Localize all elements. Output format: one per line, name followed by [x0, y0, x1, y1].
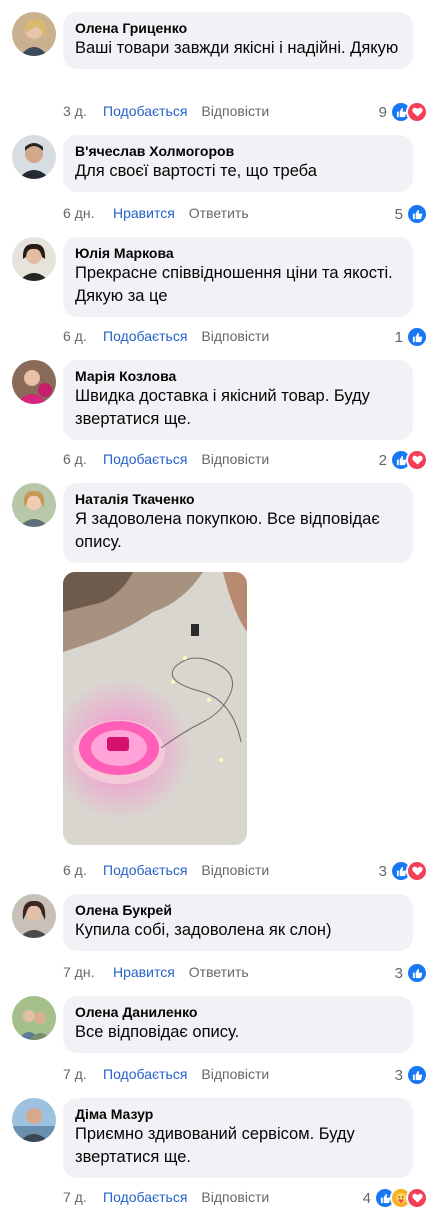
like-button[interactable]: Подобається: [103, 1189, 187, 1205]
reaction-summary[interactable]: 3: [395, 962, 428, 984]
thumbs-up-icon: [406, 1064, 428, 1086]
reaction-count: 3: [378, 862, 387, 880]
comment-bubble: Марія Козлова Швидка доставка і якісний …: [63, 360, 413, 440]
avatar[interactable]: [12, 237, 56, 281]
comment-time[interactable]: 7 дн.: [63, 964, 113, 980]
comment-actions: 6 д. Подобається Відповісти: [63, 328, 269, 344]
comment-bubble: Юлія Маркова Прекрасне співвідношення ці…: [63, 237, 413, 317]
comment-bubble: В'ячеслав Холмогоров Для своєї вартості …: [63, 135, 413, 192]
comment-author[interactable]: Олена Даниленко: [75, 1003, 401, 1021]
reply-button[interactable]: Відповісти: [201, 862, 269, 878]
avatar[interactable]: [12, 894, 56, 938]
heart-icon: [406, 449, 428, 471]
comment-time[interactable]: 6 дн.: [63, 205, 113, 221]
reaction-summary[interactable]: 2: [379, 449, 428, 471]
comment-text: Для своєї вартості те, що треба: [75, 162, 317, 180]
comment-actions: 7 дн. Нравится Ответить: [63, 964, 249, 980]
comment-text: Все відповідає опису.: [75, 1023, 240, 1041]
reaction-summary[interactable]: 1: [395, 326, 428, 348]
comment-bubble: Олена Даниленко Все відповідає опису.: [63, 996, 413, 1053]
like-button[interactable]: Нравится: [113, 964, 175, 980]
comment-text: Ваші товари завжди якісні і надійні. Дяк…: [75, 39, 399, 57]
reaction-count: 3: [394, 964, 403, 982]
comment-author[interactable]: Наталія Ткаченко: [75, 490, 401, 508]
comment-bubble: Діма Мазур Приємно здивований сервісом. …: [63, 1098, 413, 1178]
avatar[interactable]: [12, 996, 56, 1040]
like-button[interactable]: Подобається: [103, 328, 187, 344]
reaction-count: 9: [378, 103, 387, 121]
comment-author[interactable]: Олена Гриценко: [75, 19, 401, 37]
comment-actions: 6 дн. Нравится Ответить: [63, 205, 249, 221]
comment-actions: 6 д. Подобається Відповісти: [63, 862, 269, 878]
reply-button[interactable]: Ответить: [189, 205, 249, 221]
comment-photo[interactable]: [63, 572, 247, 845]
avatar[interactable]: [12, 483, 56, 527]
comment-text: Приємно здивований сервісом. Буду зверта…: [75, 1125, 355, 1166]
comment-time[interactable]: 6 д.: [63, 862, 103, 878]
comment-time[interactable]: 3 д.: [63, 103, 103, 119]
comment-actions: 7 д. Подобається Відповісти: [63, 1189, 269, 1205]
comment-text: Швидка доставка і якісний товар. Буду зв…: [75, 387, 370, 428]
like-button[interactable]: Подобається: [103, 103, 187, 119]
avatar[interactable]: [12, 360, 56, 404]
thumbs-up-icon: [406, 326, 428, 348]
reaction-summary[interactable]: 5: [395, 203, 428, 225]
avatar[interactable]: [12, 1098, 56, 1142]
comment-text: Я задоволена покупкою. Все відповідає оп…: [75, 510, 380, 551]
comment-bubble: Олена Гриценко Ваші товари завжди якісні…: [63, 12, 413, 69]
comment-author[interactable]: Діма Мазур: [75, 1105, 401, 1123]
comment-author[interactable]: Марія Козлова: [75, 367, 401, 385]
comment-author[interactable]: В'ячеслав Холмогоров: [75, 142, 401, 160]
comment-author[interactable]: Олена Букрей: [75, 901, 401, 919]
reaction-count: 5: [394, 205, 403, 223]
comment-bubble: Наталія Ткаченко Я задоволена покупкою. …: [63, 483, 413, 563]
comment-actions: 6 д. Подобається Відповісти: [63, 451, 269, 467]
reaction-summary[interactable]: 3: [395, 1064, 428, 1086]
comment-text: Купила собі, задоволена як слон): [75, 921, 332, 939]
reaction-summary[interactable]: 4: [363, 1187, 428, 1209]
reaction-count: 3: [394, 1066, 403, 1084]
comment-text: Прекрасне співвідношення ціни та якості.…: [75, 264, 393, 305]
avatar[interactable]: [12, 135, 56, 179]
heart-icon: [406, 1187, 428, 1209]
comment-time[interactable]: 6 д.: [63, 451, 103, 467]
comment-bubble: Олена Букрей Купила собі, задоволена як …: [63, 894, 413, 951]
reaction-count: 2: [378, 451, 387, 469]
comment-actions: 3 д. Подобається Відповісти: [63, 103, 269, 119]
reaction-summary[interactable]: 3: [379, 860, 428, 882]
reply-button[interactable]: Відповісти: [201, 1189, 269, 1205]
like-button[interactable]: Подобається: [103, 862, 187, 878]
reaction-count: 4: [362, 1189, 371, 1207]
thumbs-up-icon: [406, 962, 428, 984]
like-button[interactable]: Подобається: [103, 1066, 187, 1082]
reply-button[interactable]: Відповісти: [201, 451, 269, 467]
reply-button[interactable]: Відповісти: [201, 328, 269, 344]
reply-button[interactable]: Відповісти: [201, 103, 269, 119]
reply-button[interactable]: Відповісти: [201, 1066, 269, 1082]
comment-time[interactable]: 7 д.: [63, 1189, 103, 1205]
like-button[interactable]: Нравится: [113, 205, 175, 221]
reaction-summary[interactable]: 9: [379, 101, 428, 123]
reply-button[interactable]: Ответить: [189, 964, 249, 980]
like-button[interactable]: Подобається: [103, 451, 187, 467]
avatar[interactable]: [12, 12, 56, 56]
comment-time[interactable]: 6 д.: [63, 328, 103, 344]
comment-time[interactable]: 7 д.: [63, 1066, 103, 1082]
reaction-count: 1: [394, 328, 403, 346]
thumbs-up-icon: [406, 203, 428, 225]
comment-actions: 7 д. Подобається Відповісти: [63, 1066, 269, 1082]
heart-icon: [406, 101, 428, 123]
heart-icon: [406, 860, 428, 882]
comment-author[interactable]: Юлія Маркова: [75, 244, 401, 262]
